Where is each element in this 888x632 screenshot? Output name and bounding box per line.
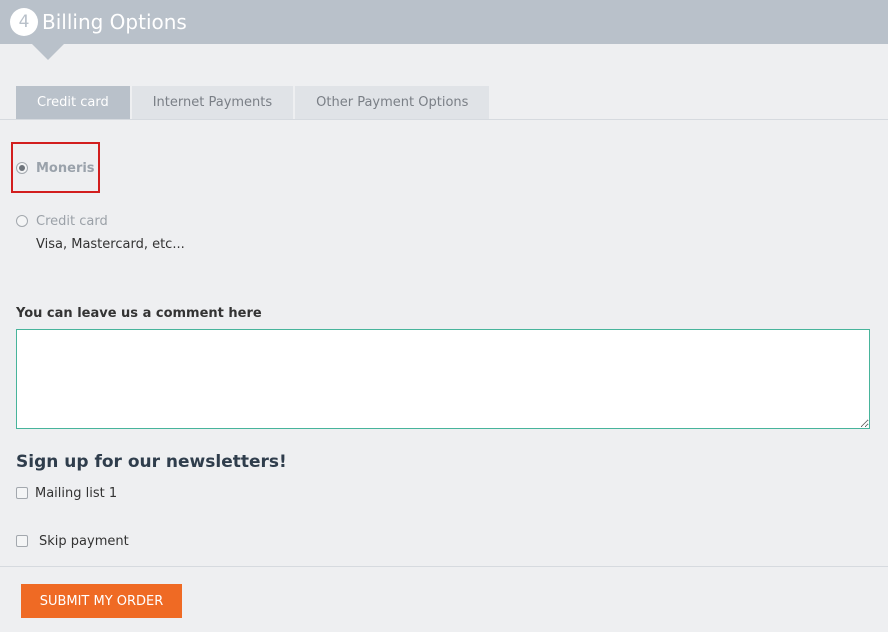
option-description-credit-card: Visa, Mastercard, etc... bbox=[36, 237, 185, 252]
option-label-credit-card: Credit card bbox=[36, 214, 108, 229]
comment-label: You can leave us a comment here bbox=[16, 306, 262, 321]
mailing-list-1-checkbox[interactable] bbox=[16, 487, 28, 499]
section-header: 4 Billing Options bbox=[0, 0, 888, 44]
tab-other-payment-options[interactable]: Other Payment Options bbox=[295, 86, 490, 119]
newsletter-title: Sign up for our newsletters! bbox=[16, 452, 287, 472]
footer-divider bbox=[0, 566, 888, 567]
tab-credit-card[interactable]: Credit card bbox=[16, 86, 130, 119]
tab-internet-payments[interactable]: Internet Payments bbox=[131, 86, 294, 119]
section-title: Billing Options bbox=[42, 10, 187, 34]
step-number-badge: 4 bbox=[10, 8, 38, 36]
payment-tabs: Credit card Internet Payments Other Paym… bbox=[16, 86, 491, 119]
comment-textarea[interactable] bbox=[16, 329, 870, 429]
submit-order-button[interactable]: SUBMIT MY ORDER bbox=[21, 584, 182, 618]
tabs-divider bbox=[0, 119, 888, 120]
mailing-list-1-label: Mailing list 1 bbox=[35, 486, 118, 501]
header-pointer-arrow bbox=[32, 44, 64, 60]
radio-credit-card[interactable] bbox=[16, 215, 28, 227]
radio-moneris[interactable] bbox=[16, 162, 28, 174]
skip-payment-label: Skip payment bbox=[39, 534, 129, 549]
option-label-moneris: Moneris bbox=[36, 161, 95, 176]
skip-payment-checkbox[interactable] bbox=[16, 535, 28, 547]
